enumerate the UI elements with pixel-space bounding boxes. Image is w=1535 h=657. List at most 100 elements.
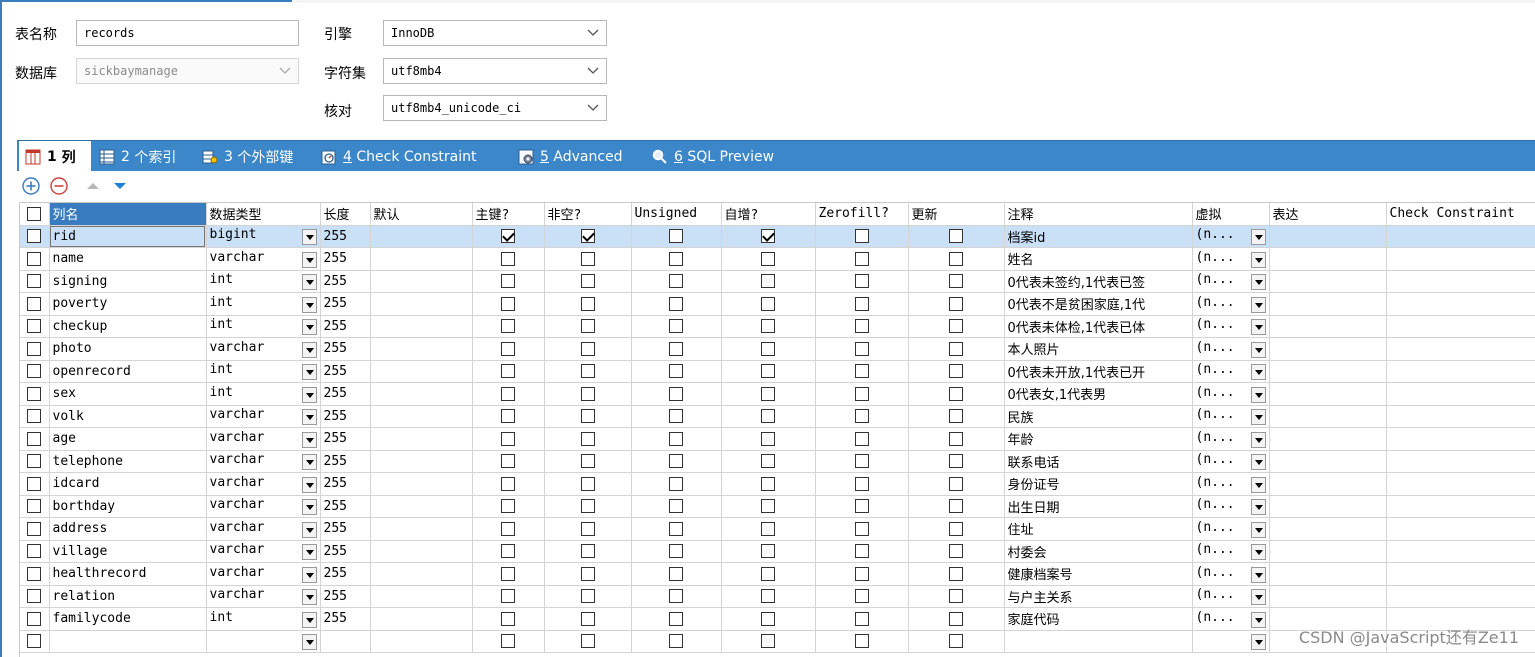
type-dropdown-icon[interactable] [301,409,317,426]
row-select-cell[interactable] [20,495,50,518]
column-expression-cell[interactable] [1269,517,1387,541]
update-checkbox[interactable] [949,251,963,266]
column-name-cell[interactable]: poverty [49,292,207,316]
table-row[interactable]: volk varchar 255 民族 (n... [20,405,1535,428]
autoinc-cell[interactable] [721,337,816,361]
row-select-checkbox[interactable] [27,589,42,604]
notnull-checkbox[interactable] [580,611,595,626]
type-dropdown-icon[interactable] [301,229,317,246]
column-virtual-cell[interactable] [1192,630,1270,653]
table-row[interactable]: poverty int 255 0代表不是贫困家庭,1代 (n... [20,292,1535,316]
update-checkbox[interactable] [949,341,963,356]
autoinc-cell[interactable] [721,450,816,473]
column-check-cell[interactable] [1386,247,1535,271]
pk-cell[interactable] [472,427,545,451]
column-type-cell[interactable]: varchar [206,337,321,361]
autoinc-checkbox[interactable] [761,409,775,424]
notnull-cell[interactable] [544,225,632,248]
table-row[interactable]: relation varchar 255 与户主关系 (n... [20,585,1535,608]
row-select-cell[interactable] [20,337,50,361]
row-select-checkbox[interactable] [27,296,42,311]
update-checkbox[interactable] [949,364,963,379]
zerofill-checkbox[interactable] [854,431,869,446]
notnull-cell[interactable] [544,337,632,361]
type-dropdown-icon[interactable] [301,274,317,291]
autoinc-cell[interactable] [721,517,816,541]
type-dropdown-icon[interactable] [301,386,317,403]
unsigned-checkbox[interactable] [669,409,683,424]
notnull-checkbox[interactable] [580,499,595,514]
zerofill-checkbox[interactable] [854,476,869,491]
row-select-checkbox[interactable] [27,454,42,469]
column-comment-cell[interactable]: 年龄 [1004,427,1193,451]
update-checkbox[interactable] [949,409,963,424]
autoinc-cell[interactable] [721,585,816,608]
pk-checkbox[interactable] [501,431,515,446]
notnull-cell[interactable] [544,495,632,518]
column-comment-cell[interactable]: 出生日期 [1004,495,1193,518]
table-row[interactable]: borthday varchar 255 出生日期 (n... [20,495,1535,518]
pk-cell[interactable] [472,607,545,631]
autoinc-cell[interactable] [721,495,816,518]
zerofill-cell[interactable] [815,540,909,563]
zerofill-cell[interactable] [815,270,909,293]
column-type-cell[interactable]: varchar [206,405,321,428]
update-cell[interactable] [908,517,1005,541]
column-default-cell[interactable] [370,315,473,338]
autoinc-checkbox[interactable] [761,274,775,289]
column-type-cell[interactable]: bigint [206,225,321,248]
unsigned-cell[interactable] [631,382,722,406]
unsigned-checkbox[interactable] [669,341,683,356]
column-default-cell[interactable] [370,360,473,383]
unsigned-checkbox[interactable] [669,499,683,514]
unsigned-checkbox[interactable] [669,364,683,379]
update-cell[interactable] [908,472,1005,496]
virtual-dropdown-icon[interactable] [1250,521,1266,538]
zerofill-checkbox[interactable] [854,364,869,379]
column-default-cell[interactable] [370,270,473,293]
zerofill-checkbox[interactable] [854,521,869,536]
pk-checkbox[interactable] [501,251,515,266]
type-dropdown-icon[interactable] [301,544,317,561]
notnull-cell[interactable] [544,405,632,428]
update-cell[interactable] [908,337,1005,361]
column-check-cell[interactable] [1386,495,1535,518]
remove-column-icon[interactable] [49,176,69,196]
column-name-cell[interactable]: photo [49,337,207,361]
column-virtual-cell[interactable]: (n... [1192,450,1270,473]
autoinc-cell[interactable] [721,427,816,451]
row-select-cell[interactable] [20,562,50,586]
unsigned-cell[interactable] [631,585,722,608]
column-type-cell[interactable]: varchar [206,472,321,496]
tab-sql-preview[interactable]: 6 SQL Preview [646,141,774,172]
notnull-checkbox[interactable] [580,319,595,334]
table-row[interactable]: address varchar 255 住址 (n... [20,517,1535,541]
column-type-cell[interactable]: varchar [206,495,321,518]
header-update[interactable]: 更新 [908,203,1005,226]
notnull-cell[interactable] [544,427,632,451]
column-check-cell[interactable] [1386,517,1535,541]
zerofill-cell[interactable] [815,315,909,338]
column-type-cell[interactable]: varchar [206,427,321,451]
unsigned-checkbox[interactable] [669,566,683,581]
table-row[interactable]: telephone varchar 255 联系电话 (n... [20,450,1535,473]
column-check-cell[interactable] [1386,360,1535,383]
unsigned-checkbox[interactable] [669,386,683,401]
pk-checkbox[interactable] [501,229,515,244]
type-dropdown-icon[interactable] [301,431,317,448]
pk-cell[interactable] [472,315,545,338]
unsigned-checkbox[interactable] [669,296,683,311]
update-cell[interactable] [908,427,1005,451]
column-check-cell[interactable] [1386,585,1535,608]
column-default-cell[interactable] [370,607,473,631]
pk-cell[interactable] [472,450,545,473]
autoinc-cell[interactable] [721,247,816,271]
column-expression-cell[interactable] [1269,337,1387,361]
zerofill-cell[interactable] [815,585,909,608]
autoinc-cell[interactable] [721,562,816,586]
update-cell[interactable] [908,405,1005,428]
column-virtual-cell[interactable]: (n... [1192,405,1270,428]
column-expression-cell[interactable] [1269,472,1387,496]
notnull-cell[interactable] [544,517,632,541]
unsigned-cell[interactable] [631,495,722,518]
